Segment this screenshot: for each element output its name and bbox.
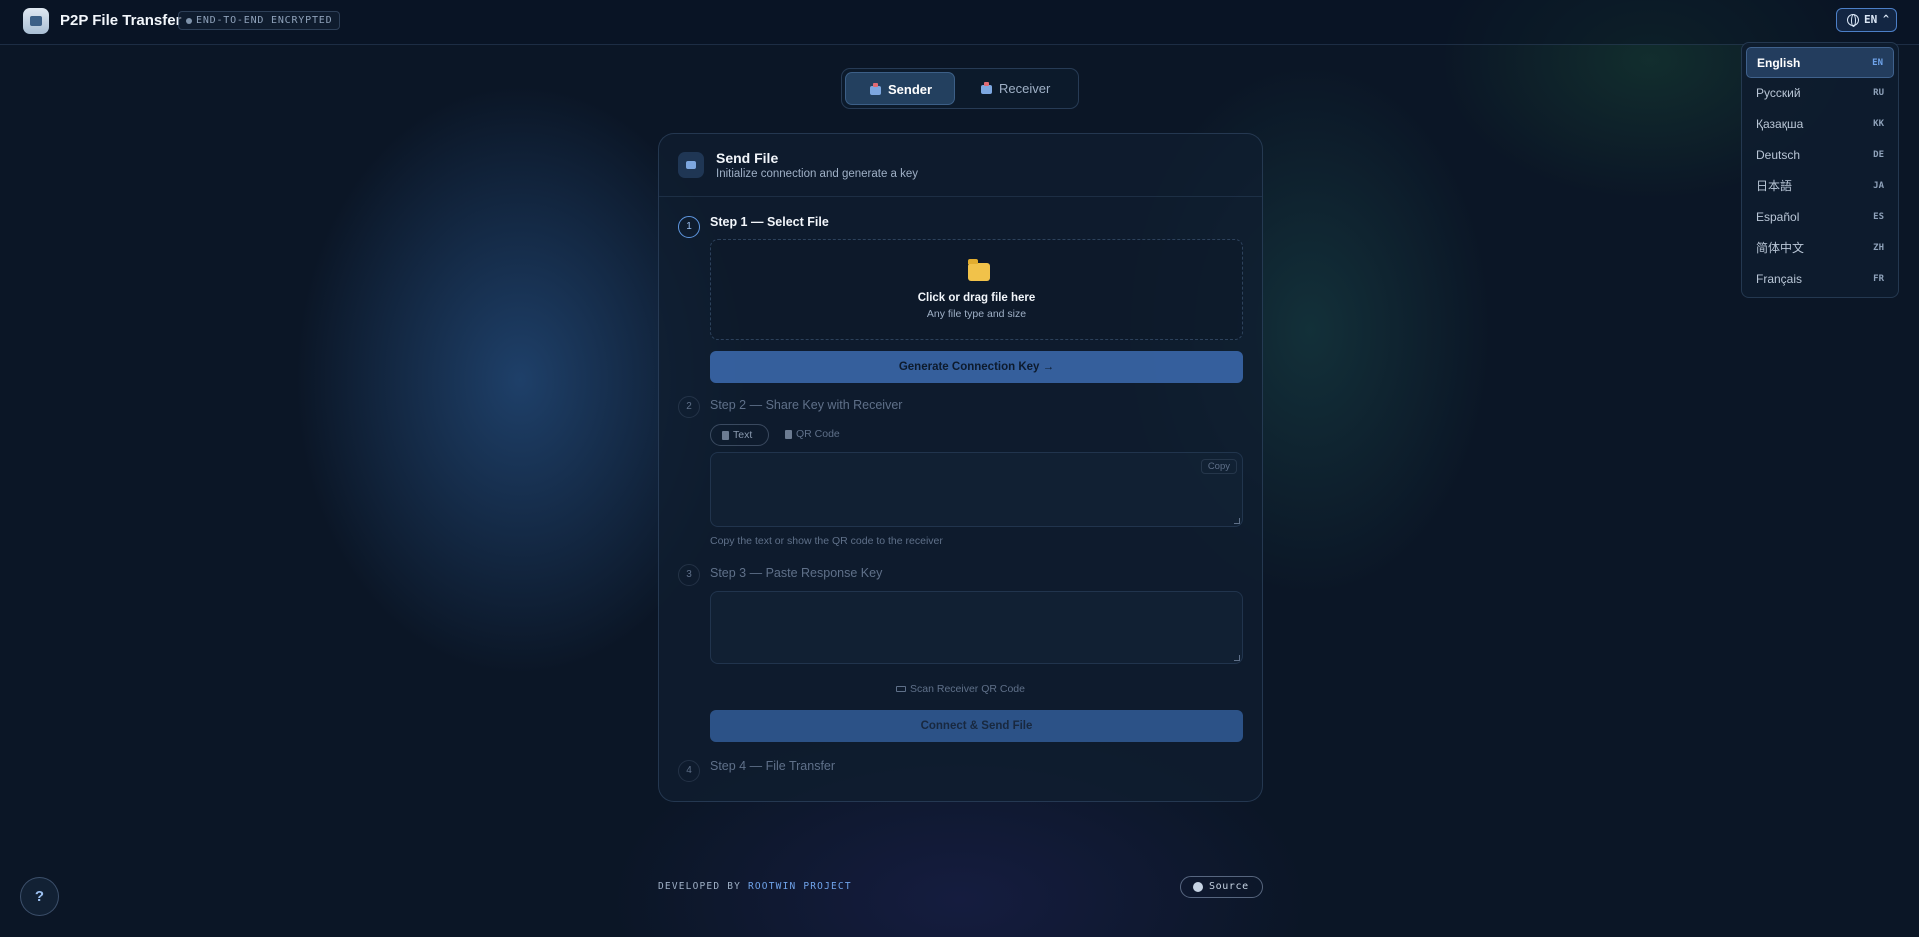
app-logo-icon <box>23 8 49 34</box>
language-label: Deutsch <box>1756 148 1801 162</box>
share-hint: Copy the text or show the QR code to the… <box>710 535 943 547</box>
language-label: 日本語 <box>1756 179 1793 193</box>
language-button[interactable]: EN ^ <box>1836 8 1897 32</box>
step-1-title: Step 1 — Select File <box>710 215 829 229</box>
keyboard-icon <box>896 686 907 692</box>
step-3-title: Step 3 — Paste Response Key <box>710 566 883 580</box>
card-subtitle: Initialize connection and generate a key <box>716 168 919 180</box>
folder-icon <box>968 259 990 281</box>
tab-text[interactable]: Text <box>710 424 769 446</box>
chevron-up-icon: ^ <box>1883 14 1890 25</box>
card-header: Send File Initialize connection and gene… <box>659 134 1262 197</box>
app-title: P2P File Transfer <box>60 12 182 29</box>
source-label: Source <box>1209 881 1249 892</box>
status-dot-icon <box>186 18 192 24</box>
language-code: DE <box>1873 150 1884 160</box>
connection-key-textarea[interactable]: Copy <box>710 452 1243 527</box>
inbox-icon <box>981 82 992 94</box>
generate-key-button[interactable]: Generate Connection Key → <box>710 351 1243 383</box>
language-option-en[interactable]: English EN <box>1746 47 1894 78</box>
send-file-card: Send File Initialize connection and gene… <box>658 133 1263 802</box>
tab-qr-code[interactable]: QR Code <box>774 424 844 446</box>
language-option-de[interactable]: Deutsch DE <box>1746 140 1894 171</box>
language-code: KK <box>1873 119 1884 129</box>
language-option-kk[interactable]: Қазақша KK <box>1746 109 1894 140</box>
language-option-es[interactable]: Español ES <box>1746 202 1894 233</box>
language-label: Русский <box>1756 86 1801 100</box>
phone-icon <box>785 430 792 439</box>
mode-tabs: Sender Receiver <box>841 68 1079 109</box>
scan-qr-label: Scan Receiver QR Code <box>910 683 1025 695</box>
language-label: Қазақша <box>1756 117 1804 131</box>
language-label: English <box>1757 56 1801 70</box>
step-4-title: Step 4 — File Transfer <box>710 759 836 773</box>
response-key-textarea[interactable] <box>710 591 1243 664</box>
tab-qr-code-label: QR Code <box>796 428 840 440</box>
source-button[interactable]: Source <box>1180 876 1263 898</box>
language-code: JA <box>1873 181 1884 191</box>
language-code: RU <box>1873 88 1884 98</box>
language-label: 简体中文 <box>1756 241 1805 255</box>
tab-sender[interactable]: Sender <box>845 72 955 105</box>
project-link[interactable]: ROOTWIN PROJECT <box>748 881 852 892</box>
help-button[interactable]: ? <box>20 877 59 916</box>
language-code: FR <box>1873 274 1884 284</box>
step-3-number: 3 <box>678 564 700 586</box>
github-icon <box>1193 882 1203 892</box>
language-code: EN <box>1864 13 1878 26</box>
developer-credit: DEVELOPED BY ROOTWIN PROJECT <box>658 881 852 892</box>
copy-button[interactable]: Copy <box>1200 459 1237 474</box>
dropzone-subtitle: Any file type and size <box>926 308 1027 320</box>
document-icon <box>722 431 729 440</box>
send-file-icon <box>678 152 704 178</box>
resize-handle-icon[interactable] <box>1234 655 1240 661</box>
tab-receiver[interactable]: Receiver <box>961 72 1075 105</box>
language-option-ru[interactable]: Русский RU <box>1746 78 1894 109</box>
outbox-icon <box>870 83 881 95</box>
language-label: Español <box>1756 210 1800 224</box>
language-code: ZH <box>1873 243 1884 253</box>
tab-sender-label: Sender <box>888 82 933 97</box>
step-1-number: 1 <box>678 216 700 238</box>
language-label: Français <box>1756 272 1803 286</box>
step-4-number: 4 <box>678 760 700 782</box>
language-option-zh[interactable]: 简体中文 ZH <box>1746 233 1894 264</box>
language-code: EN <box>1872 58 1883 68</box>
tab-text-label: Text <box>733 429 753 441</box>
step-2-title: Step 2 — Share Key with Receiver <box>710 398 903 412</box>
language-option-fr[interactable]: Français FR <box>1746 264 1894 295</box>
tab-receiver-label: Receiver <box>999 81 1051 96</box>
file-dropzone[interactable]: Click or drag file here Any file type an… <box>710 239 1243 340</box>
dropzone-title: Click or drag file here <box>917 292 1036 304</box>
globe-icon <box>1847 14 1859 27</box>
language-code: ES <box>1873 212 1884 222</box>
scan-qr-link[interactable]: Scan Receiver QR Code <box>659 683 1262 695</box>
developed-by-label: DEVELOPED BY <box>658 881 742 892</box>
encryption-badge: END-TO-END ENCRYPTED <box>178 11 341 30</box>
step-2-number: 2 <box>678 396 700 418</box>
language-menu: English EN Русский RU Қазақша KK Deutsch… <box>1741 42 1899 298</box>
encryption-badge-label: END-TO-END ENCRYPTED <box>196 15 333 26</box>
resize-handle-icon[interactable] <box>1234 518 1240 524</box>
language-option-ja[interactable]: 日本語 JA <box>1746 171 1894 202</box>
connect-send-button[interactable]: Connect & Send File <box>710 710 1243 742</box>
top-bar: P2P File Transfer END-TO-END ENCRYPTED E… <box>0 0 1919 45</box>
card-title: Send File <box>716 150 779 166</box>
